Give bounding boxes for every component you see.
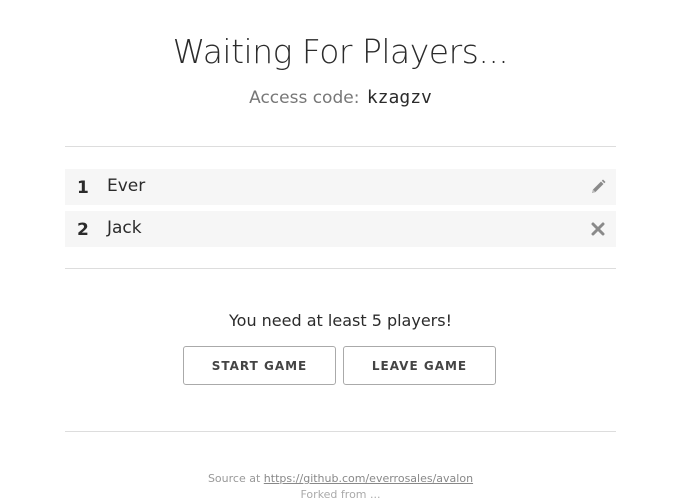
footer: Source at https://github.com/everrosales… (0, 472, 681, 485)
player-row: 1 Ever (65, 169, 616, 205)
status-message: You need at least 5 players! (229, 311, 452, 330)
source-link[interactable]: https://github.com/everrosales/avalon (264, 472, 473, 485)
pencil-icon[interactable] (589, 178, 607, 196)
bottom-divider (65, 431, 616, 432)
access-code-row: Access code: kzagzv (0, 87, 681, 108)
footer-source-prefix: Source at (207, 472, 261, 485)
top-divider (65, 146, 616, 147)
player-row: 2 Jack (65, 211, 616, 247)
start-game-button[interactable]: START GAME (183, 346, 336, 385)
player-number: 1 (77, 178, 89, 198)
leave-game-button[interactable]: LEAVE GAME (343, 346, 496, 385)
close-icon[interactable] (589, 220, 607, 238)
player-number: 2 (77, 220, 89, 240)
page-title: Waiting For Players... (172, 32, 509, 71)
player-name: Ever (107, 176, 146, 196)
footer-second-line: Forked from ... (300, 488, 381, 501)
access-code-value: kzagzv (366, 87, 432, 108)
access-code-label: Access code: (249, 88, 360, 108)
player-name: Jack (107, 218, 142, 238)
middle-divider (65, 268, 616, 269)
